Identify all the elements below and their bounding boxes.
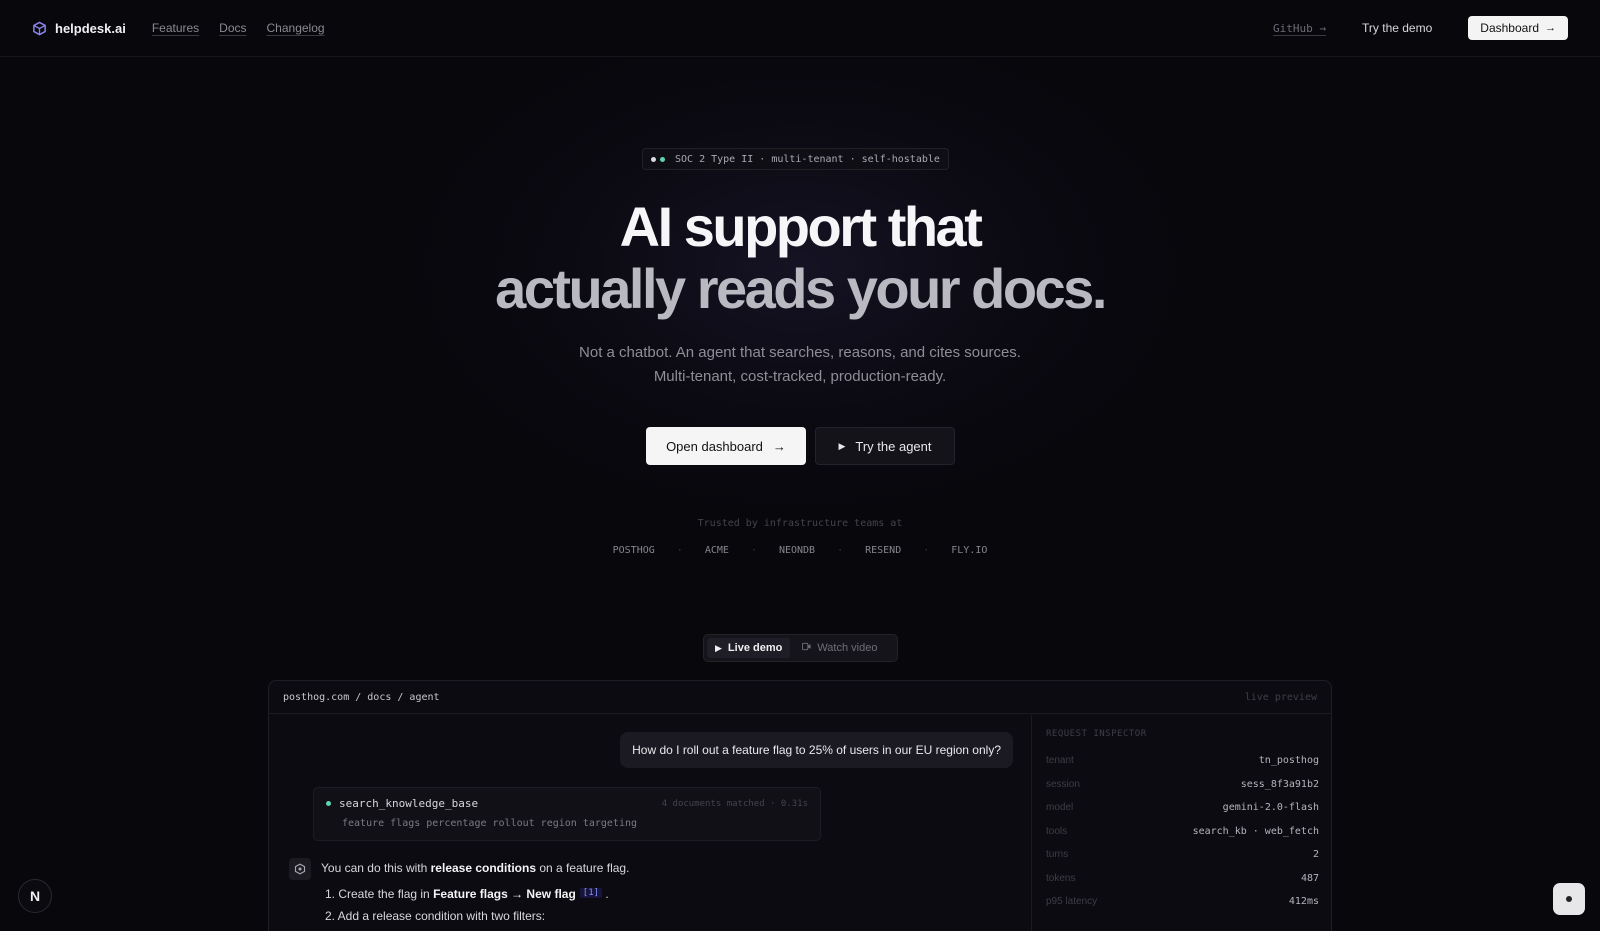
logo-neondb: NEONDB (778, 545, 816, 556)
status-dot (651, 156, 656, 162)
logo-separator: · (750, 545, 757, 556)
open-dashboard-label: Open dashboard (666, 438, 763, 454)
hero-subtitle-line2: Multi-tenant, cost-tracked, production-r… (653, 368, 947, 385)
try-demo-link[interactable]: Try the demo (1362, 21, 1432, 35)
live-demo-label: Live demo (727, 642, 783, 654)
watch-video-label: Watch video (817, 642, 878, 654)
nextjs-dev-badge[interactable]: N (18, 879, 52, 913)
step-bold: Feature flags → New flag (433, 887, 576, 901)
logo-separator: · (837, 545, 844, 556)
breadcrumb: posthog.com / docs / agent (283, 691, 440, 703)
customer-logos: POSTHOG · ACME · NEONDB · RESEND · FLY.I… (0, 545, 1600, 556)
trusted-label: Trusted by infrastructure teams at (697, 518, 903, 529)
panel-header: posthog.com / docs / agent live preview (269, 681, 1331, 714)
inspector-row: tokens 487 (1046, 867, 1319, 891)
demo-panel: posthog.com / docs / agent live preview … (268, 680, 1332, 931)
nav-link-features[interactable]: Features (152, 21, 199, 35)
chat-area: How do I roll out a feature flag to 25% … (269, 715, 1031, 931)
status-dot (660, 156, 665, 162)
logo-resend: RESEND (865, 545, 902, 556)
status-dots (651, 156, 665, 162)
logo-flyio: FLY.IO (951, 545, 988, 556)
logo-acme: ACME (704, 545, 729, 556)
inspector-value: 412ms (1288, 896, 1319, 908)
try-agent-button[interactable]: ▶ Try the agent (815, 427, 955, 465)
video-icon (802, 642, 811, 654)
try-agent-label: Try the agent (855, 438, 932, 454)
cube-icon (32, 21, 47, 36)
step-text: 1. Create the flag in (325, 887, 434, 901)
top-nav: helpdesk.ai Features Docs Changelog GitH… (0, 0, 1600, 57)
answer-step-1: 1. Create the flag in Feature flags → Ne… (325, 887, 609, 901)
inspector-row: p95 latency 412ms (1046, 890, 1319, 914)
tool-call-header: search_knowledge_base 4 documents matche… (326, 797, 808, 810)
inspector-value: 487 (1300, 872, 1319, 884)
status-dot (326, 801, 331, 806)
play-icon: ▶ (715, 642, 722, 653)
inspector-row: model gemini-2.0-flash (1046, 796, 1319, 820)
inspector-row: tenant tn_posthog (1046, 749, 1319, 773)
citation-link[interactable]: [1] (579, 888, 603, 898)
inspector-key: model (1046, 802, 1074, 814)
answer-text: on a feature flag. (536, 861, 630, 875)
badge-text: SOC 2 Type II · multi-tenant · self-host… (675, 153, 940, 165)
live-preview-label: live preview (1244, 691, 1317, 703)
chat-widget-icon (1566, 896, 1572, 902)
hero-title-line1: AI support that (619, 195, 983, 258)
inspector-row: session sess_8f3a91b2 (1046, 773, 1319, 797)
nav-link-docs[interactable]: Docs (219, 21, 246, 35)
inspector-key: turns (1046, 849, 1069, 861)
answer-step-2: 2. Add a release condition with two filt… (325, 909, 546, 923)
request-inspector: REQUEST INSPECTOR tenant tn_posthog sessi… (1031, 715, 1331, 931)
watch-video-tab[interactable]: Watch video (794, 638, 885, 658)
play-icon: ▶ (838, 440, 846, 451)
nav-link-changelog[interactable]: Changelog (267, 21, 325, 35)
inspector-value: sess_8f3a91b2 (1240, 778, 1319, 790)
tool-meta: 4 documents matched · 0.31s (661, 798, 808, 809)
arrow-right-icon: → (772, 438, 786, 454)
inspector-key: session (1046, 778, 1080, 790)
tool-call-card[interactable]: search_knowledge_base 4 documents matche… (313, 787, 821, 841)
brand[interactable]: helpdesk.ai (32, 21, 126, 36)
hero-subtitle-line1: Not a chatbot. An agent that searches, r… (579, 344, 1021, 361)
nav-links: Features Docs Changelog (152, 21, 325, 35)
bot-avatar-icon (289, 858, 311, 880)
inspector-row: tools search_kb · web_fetch (1046, 820, 1319, 844)
inspector-title: REQUEST INSPECTOR (1046, 729, 1147, 739)
dashboard-button[interactable]: Dashboard → (1468, 16, 1568, 40)
chat-widget-button[interactable] (1553, 883, 1585, 915)
logo-posthog: POSTHOG (612, 545, 655, 556)
tool-name: search_knowledge_base (339, 797, 479, 810)
live-demo-tab[interactable]: ▶ Live demo (707, 638, 791, 658)
hero-title-line2: actually reads your docs. (495, 257, 1107, 320)
compliance-badge: SOC 2 Type II · multi-tenant · self-host… (642, 148, 949, 170)
tool-query: feature flags percentage rollout region … (342, 818, 638, 829)
demo-toggle: ▶ Live demo Watch video (703, 634, 898, 662)
brand-name: helpdesk.ai (55, 20, 126, 36)
arrow-right-icon: → (1545, 22, 1556, 34)
github-link[interactable]: GitHub → (1273, 22, 1326, 35)
nav-actions: GitHub → Try the demo Dashboard → (1273, 16, 1568, 40)
inspector-key: p95 latency (1046, 896, 1098, 908)
answer-text: You can do this with (321, 861, 431, 875)
inspector-key: tokens (1046, 872, 1076, 884)
dashboard-button-label: Dashboard (1480, 21, 1539, 35)
logo-separator: · (676, 545, 683, 556)
open-dashboard-button[interactable]: Open dashboard → (646, 427, 806, 465)
inspector-value: tn_posthog (1258, 755, 1319, 767)
inspector-value: 2 (1312, 849, 1319, 861)
answer-bold: release conditions (430, 861, 537, 875)
step-text: . (605, 887, 609, 901)
inspector-row: turns 2 (1046, 843, 1319, 867)
inspector-value: gemini-2.0-flash (1222, 802, 1319, 814)
assistant-answer: You can do this with release conditions … (321, 861, 629, 875)
logo-separator: · (923, 545, 930, 556)
inspector-key: tenant (1046, 755, 1074, 767)
inspector-key: tools (1046, 825, 1068, 837)
inspector-value: search_kb · web_fetch (1192, 825, 1319, 837)
user-message: How do I roll out a feature flag to 25% … (620, 732, 1013, 768)
